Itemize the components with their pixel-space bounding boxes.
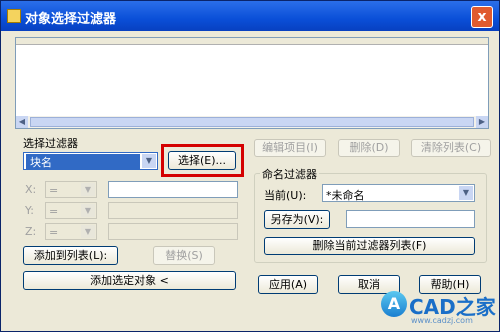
named-filter-label: 命名过滤器 [260,166,319,182]
close-button[interactable]: x [471,6,493,28]
y-label: Y: [25,204,34,217]
filter-list[interactable]: ◀ ▶ [15,37,489,129]
filter-dialog: 对象选择过滤器 x ◀ ▶ 选择过滤器 块名 ▼ 选择(E)... X: = ▼… [0,0,500,332]
scroll-right-icon[interactable]: ▶ [476,116,488,128]
current-filter-value: *未命名 [326,189,365,202]
add-selected-object-button[interactable]: 添加选定对象 < [23,271,236,290]
z-label: Z: [25,225,37,238]
clear-list-button[interactable]: 清除列表(C) [411,139,491,157]
cad-watermark-logo: A CAD之家 www.cadzj.com [381,289,496,329]
add-to-list-button[interactable]: 添加到列表(L): [23,246,118,265]
z-value-field[interactable] [108,223,238,240]
cad-logo-icon: A [381,291,407,317]
x-operator-value: = [49,184,59,197]
chevron-down-icon[interactable]: ▼ [81,204,95,217]
current-filter-combo[interactable]: *未命名 ▼ [322,184,475,202]
apply-button[interactable]: 应用(A) [258,275,318,294]
horizontal-scrollbar[interactable]: ◀ ▶ [16,116,488,128]
chevron-down-icon[interactable]: ▼ [81,183,95,196]
window-title: 对象选择过滤器 [25,12,117,27]
edit-item-button[interactable]: 编辑项目(I) [254,139,326,157]
scroll-thumb[interactable] [30,117,474,127]
x-operator-combo[interactable]: = ▼ [45,181,97,198]
y-operator-value: = [49,205,59,218]
app-icon [7,9,21,23]
filter-type-combo[interactable]: 块名 ▼ [23,152,158,170]
z-operator-value: = [49,226,59,239]
title-bar: 对象选择过滤器 x [1,1,499,31]
chevron-down-icon[interactable]: ▼ [81,225,95,238]
select-filter-label: 选择过滤器 [23,137,78,150]
list-header [16,38,488,45]
watermark-url: www.cadzj.com [411,316,473,325]
y-operator-combo[interactable]: = ▼ [45,202,97,219]
select-button[interactable]: 选择(E)... [168,151,236,170]
save-as-button[interactable]: 另存为(V): [264,210,330,229]
filter-type-value: 块名 [26,154,140,170]
x-label: X: [25,183,37,196]
y-value-field[interactable] [108,202,238,219]
z-operator-combo[interactable]: = ▼ [45,223,97,240]
delete-current-filter-button[interactable]: 删除当前过滤器列表(F) [264,237,475,255]
chevron-down-icon[interactable]: ▼ [459,186,473,200]
chevron-down-icon[interactable]: ▼ [142,154,156,168]
replace-button[interactable]: 替换(S) [153,246,215,265]
current-label: 当前(U): [264,189,307,202]
scroll-left-icon[interactable]: ◀ [16,116,28,128]
save-as-field[interactable] [346,210,475,228]
x-value-field[interactable] [108,181,238,198]
delete-button[interactable]: 删除(D) [338,139,400,157]
